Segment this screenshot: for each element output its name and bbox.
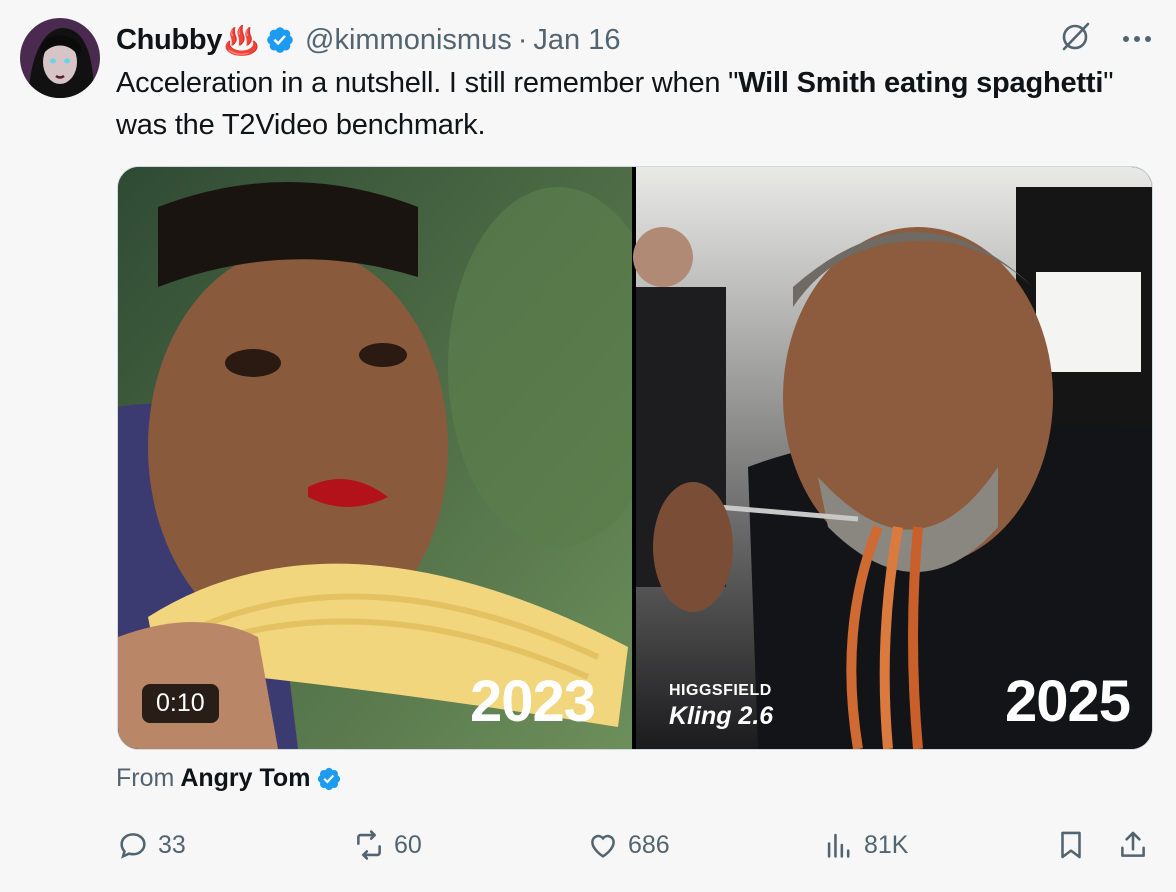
reply-button[interactable]: 33	[116, 828, 186, 862]
hot-springs-emoji: ♨️	[224, 24, 260, 56]
more-options-icon[interactable]	[1122, 31, 1152, 49]
avatar[interactable]	[20, 18, 100, 98]
heart-icon	[591, 834, 615, 858]
repost-count: 60	[394, 830, 422, 859]
top-actions	[1058, 20, 1152, 59]
like-button[interactable]: 686	[586, 828, 670, 862]
share-button[interactable]	[1116, 828, 1158, 862]
tweet-text-bold: Will Smith eating spaghetti	[738, 67, 1104, 99]
views-icon	[827, 833, 850, 858]
video-player[interactable]: 0:10 2023 HIGGSFIELD Kling 2.6 2025	[117, 166, 1153, 750]
author-handle[interactable]: @kimmonismus	[305, 24, 512, 57]
verified-badge-icon[interactable]	[316, 766, 342, 792]
views-button[interactable]: 81K	[822, 828, 908, 862]
bookmark-icon	[1061, 831, 1081, 859]
reply-icon	[120, 833, 146, 859]
brand-bottom: Kling 2.6	[669, 702, 774, 730]
tweet-text: Acceleration in a nutshell. I still reme…	[116, 62, 1136, 146]
bookmark-button[interactable]	[1054, 828, 1096, 862]
tweet-header: Chubby ♨️ @kimmonismus · Jan 16	[116, 20, 620, 60]
brand-top: HIGGSFIELD	[669, 682, 772, 699]
tweet-date[interactable]: Jan 16	[533, 24, 620, 57]
year-label-left: 2023	[470, 669, 596, 734]
separator: ·	[517, 23, 528, 56]
brand-watermark: HIGGSFIELD Kling 2.6	[669, 682, 773, 731]
action-bar: 33 60 686 81K	[116, 826, 1156, 866]
source-name[interactable]: Angry Tom	[180, 764, 310, 793]
source-prefix: From	[116, 764, 175, 792]
year-label-right: 2025	[1004, 669, 1131, 734]
views-count: 81K	[864, 830, 909, 859]
video-duration: 0:10	[142, 684, 219, 723]
verified-badge-icon[interactable]	[265, 25, 295, 55]
tweet-text-part1: Acceleration in a nutshell. I still reme…	[116, 67, 739, 99]
repost-button[interactable]: 60	[352, 828, 422, 862]
share-icon	[1121, 831, 1145, 857]
repost-icon	[357, 830, 381, 860]
media-source: From Angry Tom	[116, 764, 342, 793]
author-name[interactable]: Chubby	[116, 24, 222, 57]
grok-icon[interactable]	[1058, 20, 1092, 59]
reply-count: 33	[158, 830, 186, 859]
video-thumbnail	[118, 167, 1152, 749]
like-count: 686	[628, 830, 670, 859]
